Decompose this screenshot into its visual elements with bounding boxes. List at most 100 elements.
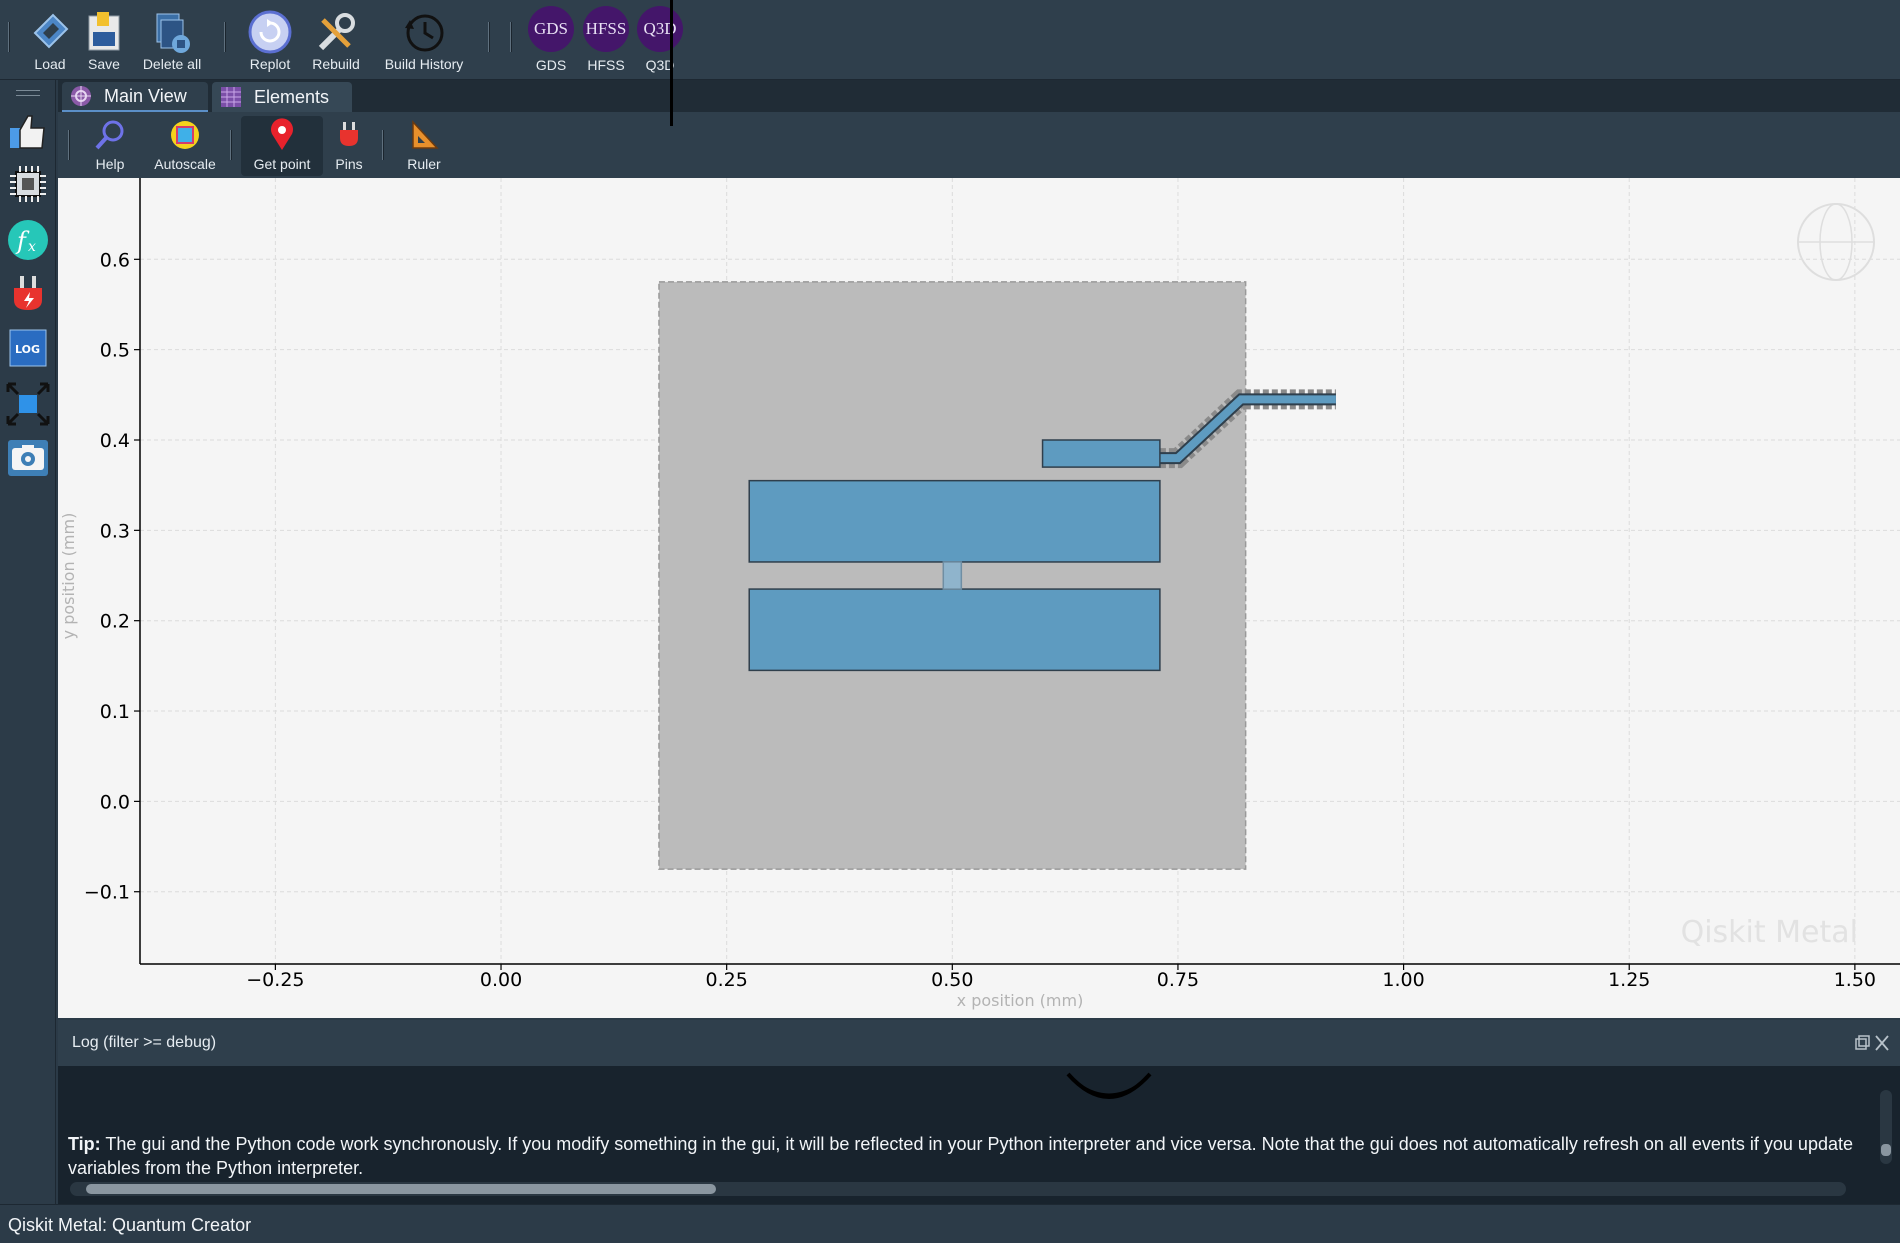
- gds-button[interactable]: GDS: [528, 6, 574, 52]
- x-tick-label: 0.50: [931, 969, 973, 991]
- delete-all-icon: [156, 13, 190, 53]
- tip-text: The gui and the Python code work synchro…: [68, 1134, 1853, 1178]
- autoscale-label: Autoscale: [154, 156, 216, 172]
- sidebar-handle[interactable]: [16, 90, 40, 96]
- load-icon: [33, 13, 69, 49]
- load-label: Load: [34, 56, 66, 72]
- hfss-button[interactable]: HFSS: [583, 6, 629, 52]
- build-history-button[interactable]: Build History: [376, 4, 472, 78]
- ruler-label: Ruler: [407, 156, 441, 172]
- x-axis-label: x position (mm): [957, 991, 1084, 1010]
- ruler-icon: [412, 120, 439, 149]
- x-tick-label: 0.00: [480, 969, 522, 991]
- rebuild-button[interactable]: Rebuild: [306, 4, 366, 78]
- y-tick-label: 0.2: [100, 611, 130, 633]
- status-bar: Qiskit Metal: Quantum Creator: [0, 1204, 1900, 1243]
- build-history-label: Build History: [384, 56, 464, 72]
- delete-all-label: Delete all: [142, 56, 202, 72]
- plot-toolbar-handle[interactable]: [68, 130, 70, 160]
- ruler-button[interactable]: Ruler: [394, 116, 454, 176]
- log-tip: Tip: The gui and the Python code work sy…: [68, 1132, 1858, 1180]
- connector-pad[interactable]: [1041, 439, 1161, 468]
- close-dock-icon[interactable]: [1875, 1035, 1889, 1051]
- main-toolbar: Load Save Delete all Replot Rebuild Buil…: [0, 0, 1900, 80]
- thumbs-up-icon[interactable]: [6, 108, 50, 152]
- toolbar-separator: [488, 22, 490, 52]
- y-axis-label: y position (mm): [59, 513, 78, 640]
- help-button[interactable]: Help: [80, 116, 140, 176]
- tab-elements-label: Elements: [254, 86, 330, 107]
- plot-toolbar-separator: [382, 130, 384, 160]
- replot-button[interactable]: Replot: [242, 4, 298, 78]
- get-point-label: Get point: [253, 156, 311, 172]
- help-icon: [95, 120, 124, 150]
- save-icon: [88, 12, 120, 51]
- dock-controls: [1855, 1035, 1889, 1051]
- float-dock-icon[interactable]: [1855, 1035, 1870, 1050]
- help-label: Help: [95, 156, 125, 172]
- tab-main-view-label: Main View: [104, 85, 187, 106]
- get-point-button[interactable]: Get point: [241, 116, 323, 176]
- function-icon[interactable]: f x: [6, 218, 50, 262]
- fullscreen-icon[interactable]: [6, 382, 50, 426]
- tip-label: Tip:: [68, 1134, 101, 1154]
- log-horizontal-scroll-thumb[interactable]: [86, 1184, 716, 1194]
- status-text: Qiskit Metal: Quantum Creator: [8, 1215, 252, 1235]
- pins-button[interactable]: Pins: [324, 116, 374, 176]
- x-tick-label: 1.25: [1608, 969, 1650, 991]
- y-tick-label: −0.1: [84, 882, 130, 904]
- watermark-text: Qiskit Metal: [1681, 915, 1858, 950]
- plot-canvas[interactable]: −0.25 0.00 0.25 0.50 0.75 1.00 1.25 1.50 −0.1 0.0…: [58, 178, 1900, 1018]
- camera-icon[interactable]: [6, 436, 50, 480]
- design-plot[interactable]: −0.25 0.00 0.25 0.50 0.75 1.00 1.25 1.50 −0.1 0.0…: [58, 178, 1900, 1018]
- elements-icon: [221, 87, 241, 107]
- log-vertical-scrollbar[interactable]: [1880, 1090, 1892, 1164]
- delete-all-button[interactable]: Delete all: [136, 4, 208, 78]
- gds-label: GDS: [535, 57, 567, 73]
- save-button[interactable]: Save: [80, 4, 128, 78]
- x-tick-label: 1.50: [1834, 969, 1876, 991]
- log-output[interactable]: Tip: The gui and the Python code work sy…: [58, 1066, 1900, 1204]
- qubit-pad-bottom[interactable]: [748, 588, 1161, 672]
- autoscale-button[interactable]: Autoscale: [140, 116, 230, 176]
- log-icon[interactable]: LOG: [6, 326, 50, 370]
- plug-icon[interactable]: [6, 272, 50, 316]
- x-tick-label: 0.25: [706, 969, 748, 991]
- replot-label: Replot: [249, 56, 291, 72]
- chip-icon[interactable]: [6, 162, 50, 206]
- load-button[interactable]: Load: [24, 4, 76, 78]
- y-tick-label: 0.0: [100, 791, 130, 813]
- pins-label: Pins: [335, 156, 363, 172]
- tab-main-view[interactable]: Main View: [62, 82, 208, 112]
- tab-elements[interactable]: Elements: [212, 82, 352, 112]
- log-icon-text: LOG: [15, 343, 40, 356]
- autoscale-icon: [171, 121, 199, 149]
- save-label: Save: [88, 56, 120, 72]
- log-horizontal-scrollbar[interactable]: [70, 1182, 1846, 1196]
- hfss-label: HFSS: [587, 57, 625, 73]
- log-title: Log (filter >= debug): [72, 1034, 217, 1051]
- x-tick-label: 0.75: [1157, 969, 1199, 991]
- main-view-icon: [71, 86, 91, 106]
- pins-icon: [340, 122, 358, 146]
- y-tick-label: 0.5: [100, 340, 130, 362]
- history-icon: [405, 14, 444, 52]
- toolbar-handle[interactable]: [510, 22, 512, 52]
- y-tick-label: 0.1: [100, 701, 130, 723]
- josephson-junction[interactable]: [942, 561, 963, 590]
- gds-icon: GDS: [533, 19, 568, 38]
- qiskit-metal-window: Load Save Delete all Replot Rebuild Buil…: [0, 0, 1900, 1243]
- plot-toolbar-separator: [230, 130, 232, 160]
- log-vertical-scroll-thumb[interactable]: [1881, 1144, 1891, 1156]
- toolbar-handle[interactable]: [8, 22, 10, 52]
- x-tick-label: −0.25: [246, 969, 304, 991]
- y-tick-label: 0.4: [100, 430, 130, 452]
- y-tick-label: 0.6: [100, 249, 130, 271]
- qubit-pad-top[interactable]: [748, 479, 1161, 563]
- replot-icon: [248, 10, 292, 54]
- q3d-label: Q3D: [645, 57, 675, 73]
- plot-toolbar: Help Autoscale Get point Pins Ruler: [58, 112, 1900, 178]
- rebuild-icon: [318, 13, 355, 51]
- q3d-button[interactable]: Q3D: [637, 6, 683, 52]
- rebuild-label: Rebuild: [312, 56, 360, 72]
